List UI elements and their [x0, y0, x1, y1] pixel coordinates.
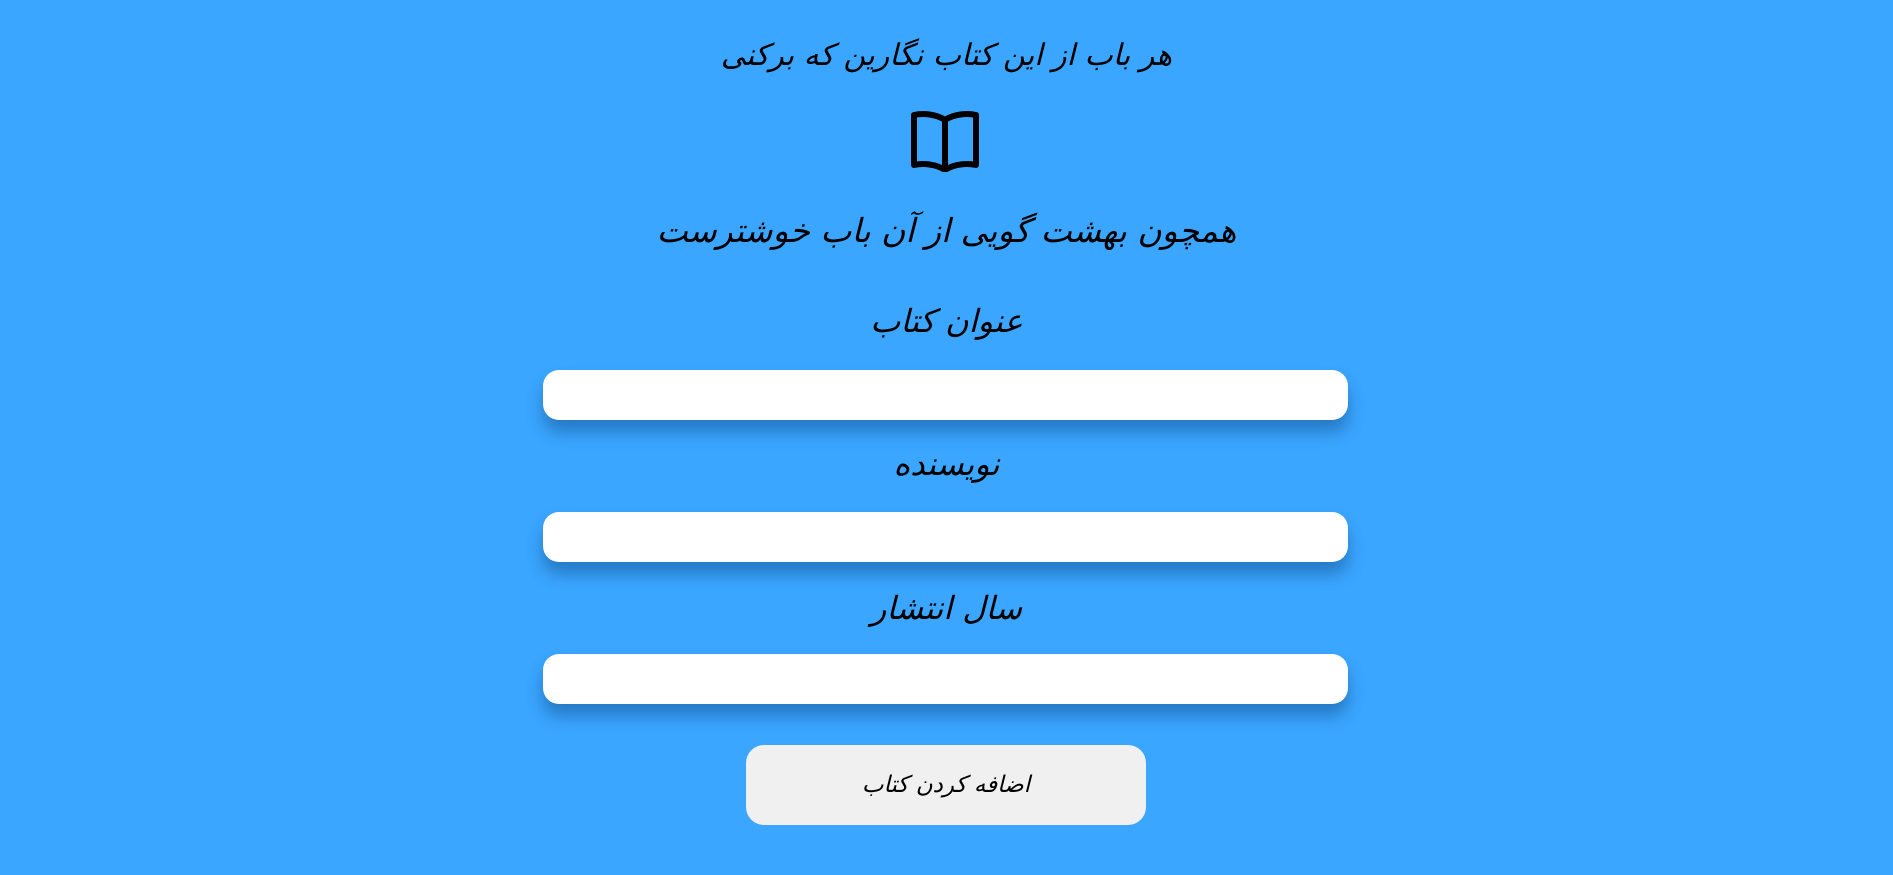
publication-year-label: سال انتشار: [870, 589, 1023, 627]
author-input[interactable]: [543, 512, 1348, 562]
poem-line-1: هر باب از این کتاب نگارین که برکنی: [720, 38, 1173, 73]
book-title-input[interactable]: [543, 370, 1348, 420]
add-book-button[interactable]: اضافه کردن کتاب: [746, 745, 1146, 825]
book-title-label: عنوان کتاب: [870, 302, 1023, 340]
add-book-page: هر باب از این کتاب نگارین که برکنی همچون…: [0, 0, 1893, 875]
open-book-icon: [911, 111, 979, 172]
poem-line-2: همچون بهشت گویی از آن باب خوشترست: [656, 211, 1237, 250]
author-label: نویسنده: [893, 445, 1000, 483]
publication-year-input[interactable]: [543, 654, 1348, 704]
